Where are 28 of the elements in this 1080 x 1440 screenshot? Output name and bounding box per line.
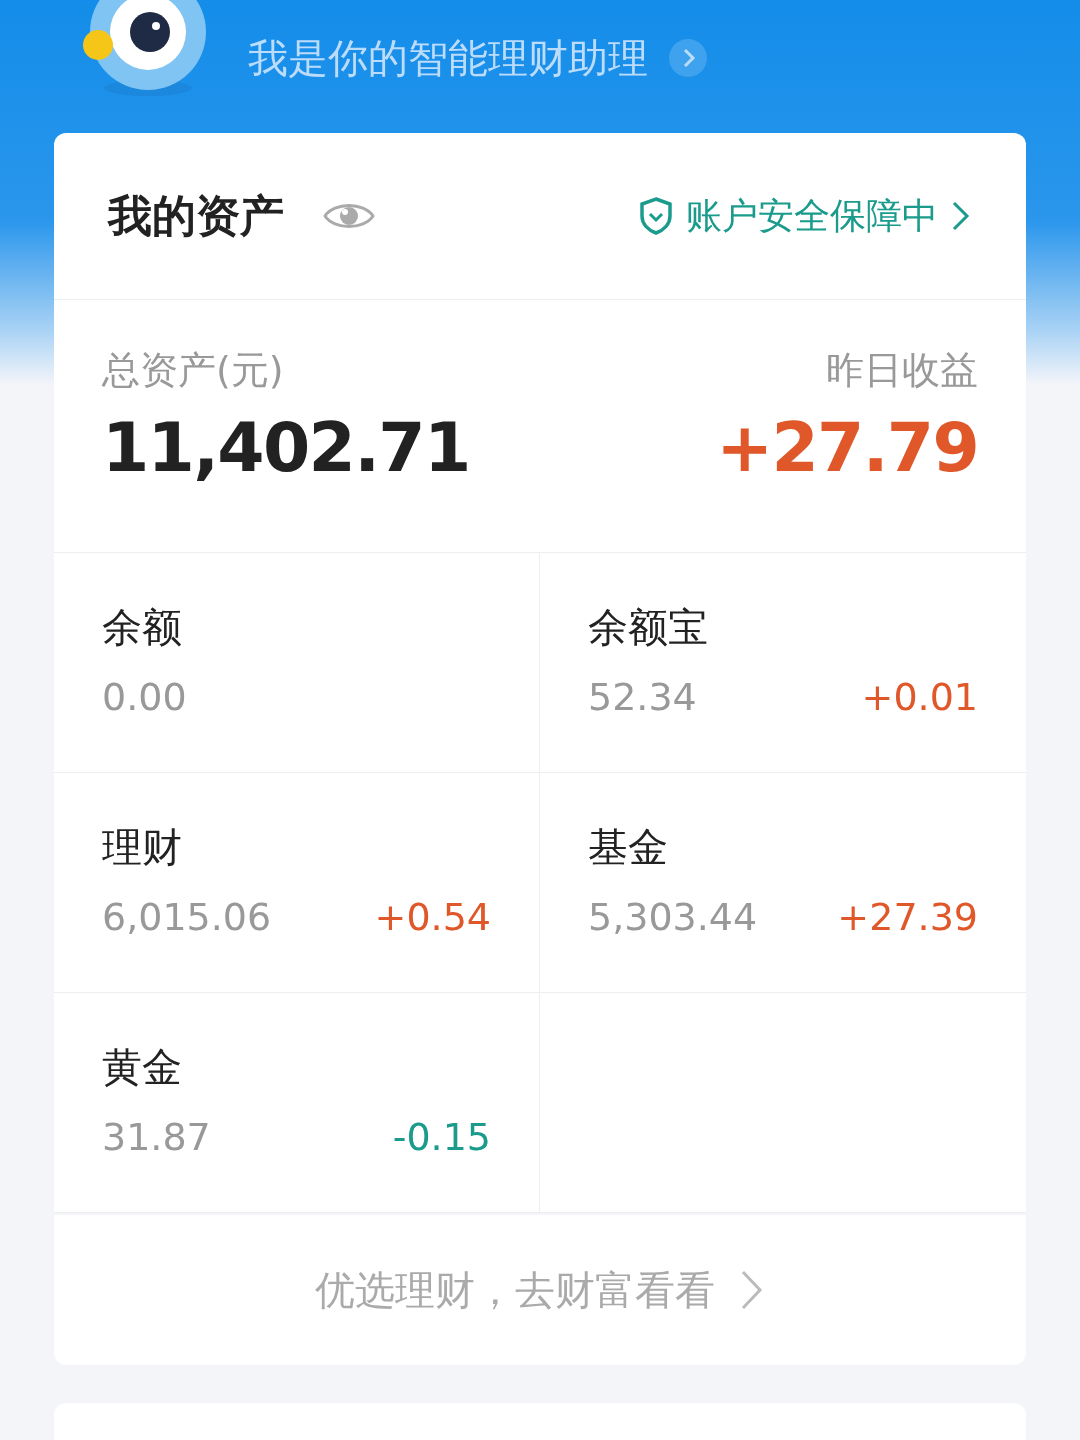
shield-icon [638,196,674,236]
asset-item[interactable]: 余额 0.00 [54,553,540,773]
asset-label: 理财 [102,823,183,872]
card-title: 我的资产 [108,194,284,238]
asset-label: 余额宝 [588,603,709,652]
asset-change: -0.15 [392,1114,491,1161]
asset-item[interactable]: 余额宝 52.34 +0.01 [540,553,1026,773]
asset-item[interactable]: 黄金 31.87 -0.15 [54,993,540,1213]
asset-item[interactable]: 基金 5,303.44 +27.39 [540,773,1026,993]
total-assets-label: 总资产(元) [102,347,285,394]
asset-value: 6,015.06 [102,894,272,941]
chevron-right-icon[interactable] [668,38,708,78]
yesterday-earnings-value: +27.79 [716,407,978,489]
asset-label: 余额 [102,603,183,652]
total-assets-value: 11,402.71 [102,407,470,489]
asset-label: 基金 [588,823,669,872]
asset-value: 52.34 [588,674,697,721]
asset-value: 5,303.44 [588,894,758,941]
asset-label: 黄金 [102,1043,183,1092]
asset-change: +0.54 [374,894,491,941]
asset-value: 0.00 [102,674,187,721]
chevron-right-icon [739,1268,765,1312]
asset-value: 31.87 [102,1114,211,1161]
asset-change: +27.39 [837,894,978,941]
chevron-right-icon[interactable] [950,199,972,233]
yesterday-earnings-label: 昨日收益 [826,347,978,394]
asset-change: +0.01 [861,674,978,721]
asset-item[interactable]: 理财 6,015.06 +0.54 [54,773,540,993]
